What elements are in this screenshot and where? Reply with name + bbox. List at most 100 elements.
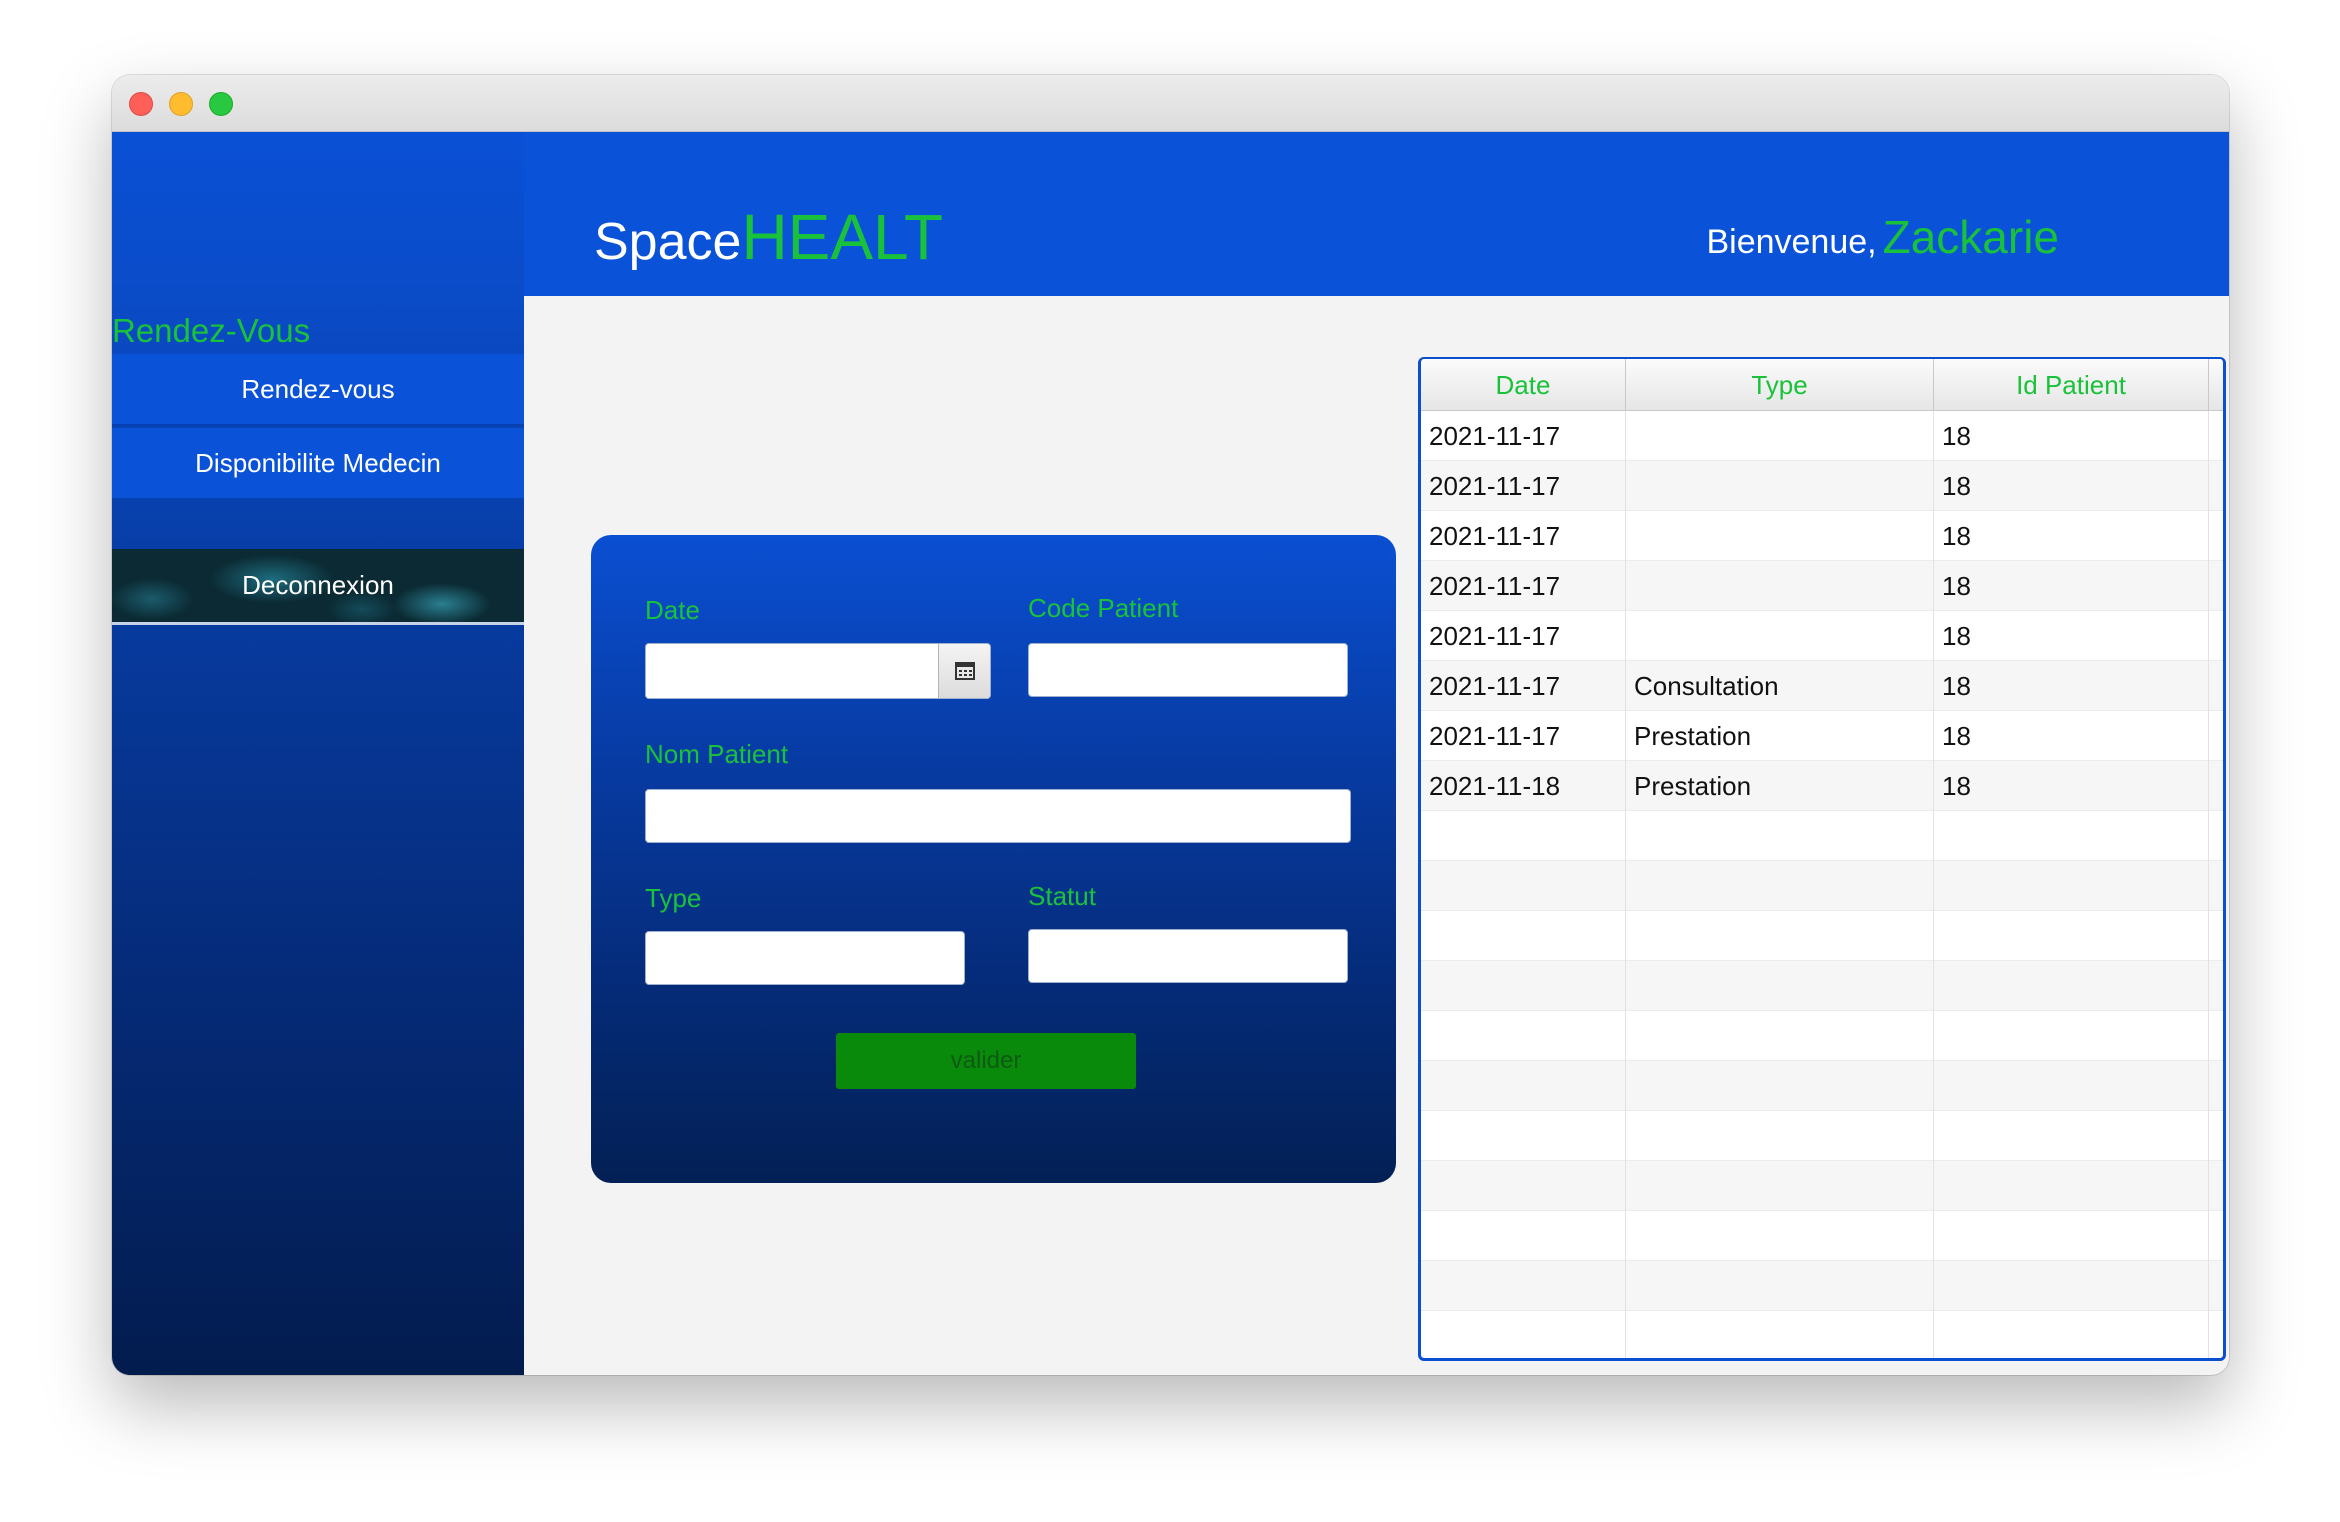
welcome-label: Bienvenue, [1706, 223, 1877, 261]
user-name: Zackarie [1882, 211, 2059, 263]
table-cell: 2021-11-17 [1421, 661, 1626, 711]
table-row[interactable]: 2021-11-17 Prestation 18 [1421, 711, 2223, 761]
table-cell [1934, 1261, 2209, 1311]
table-row[interactable] [1421, 1311, 2223, 1358]
table-row[interactable] [1421, 861, 2223, 911]
table-cell: Prestation [1626, 711, 1934, 761]
table-row[interactable] [1421, 811, 2223, 861]
table-cell [1626, 1061, 1934, 1111]
column-header-type[interactable]: Type [1626, 359, 1934, 411]
brand-logo: Space HEALT [594, 200, 943, 274]
date-label: Date [645, 595, 700, 625]
table-row[interactable] [1421, 1261, 2223, 1311]
column-header-id-patient[interactable]: Id Patient [1934, 359, 2209, 411]
appointments-table: Date Type Id Patient 2021-11-17 18 2021-11… [1418, 357, 2226, 1361]
table-cell [1934, 1111, 2209, 1161]
table-cell [1626, 1011, 1934, 1061]
table-cell: 18 [1934, 761, 2209, 811]
sidebar-item-disponibilite-medecin[interactable]: Disponibilite Medecin [112, 428, 524, 500]
close-window-button[interactable] [129, 92, 153, 116]
table-cell [1934, 1311, 2209, 1358]
app-window: Rendez-Vous Rendez-vous Disponibilite Me… [112, 75, 2229, 1375]
date-field[interactable] [646, 644, 938, 698]
sidebar: Rendez-Vous Rendez-vous Disponibilite Me… [112, 132, 524, 1375]
table-cell [1626, 511, 1934, 561]
calendar-icon [954, 662, 975, 680]
code-patient-label: Code Patient [1028, 593, 1179, 623]
statut-field[interactable] [1028, 929, 1348, 983]
table-cell: 18 [1934, 711, 2209, 761]
table-cell: 2021-11-17 [1421, 511, 1626, 561]
type-label: Type [645, 883, 702, 913]
table-cell [1934, 1011, 2209, 1061]
table-cell [1626, 911, 1934, 961]
table-cell [1934, 811, 2209, 861]
code-patient-field[interactable] [1028, 643, 1348, 697]
table-cell [1626, 961, 1934, 1011]
table-cell [1626, 1311, 1934, 1358]
table-cell [1626, 861, 1934, 911]
table-cell: 2021-11-18 [1421, 761, 1626, 811]
table-cell [1626, 561, 1934, 611]
date-picker [645, 643, 991, 699]
nom-patient-field[interactable] [645, 789, 1351, 843]
header-bar: Space HEALT Bienvenue, Zackarie [524, 132, 2229, 296]
table-cell [1421, 911, 1626, 961]
table-cell: 18 [1934, 511, 2209, 561]
table-row[interactable]: 2021-11-17 18 [1421, 561, 2223, 611]
table-cell [1934, 911, 2209, 961]
table-row[interactable]: 2021-11-17 Consultation 18 [1421, 661, 2223, 711]
table-header: Date Type Id Patient [1421, 359, 2223, 411]
minimize-window-button[interactable] [169, 92, 193, 116]
table-cell: 2021-11-17 [1421, 461, 1626, 511]
table-row[interactable] [1421, 1211, 2223, 1261]
table-cell: 18 [1934, 611, 2209, 661]
brand-space-text: Space [594, 213, 742, 271]
table-row[interactable]: 2021-11-18 Prestation 18 [1421, 761, 2223, 811]
table-cell [1421, 961, 1626, 1011]
table-cell: 18 [1934, 661, 2209, 711]
calendar-button[interactable] [938, 644, 990, 698]
table-cell [1626, 1111, 1934, 1161]
table-row[interactable] [1421, 911, 2223, 961]
table-row[interactable] [1421, 1061, 2223, 1111]
table-cell [1421, 1161, 1626, 1211]
sidebar-section-title: Rendez-Vous [112, 312, 311, 349]
table-row[interactable] [1421, 961, 2223, 1011]
type-field[interactable] [645, 931, 965, 985]
table-cell [1934, 961, 2209, 1011]
table-cell: 18 [1934, 461, 2209, 511]
nom-patient-label: Nom Patient [645, 739, 789, 769]
table-row[interactable] [1421, 1011, 2223, 1061]
table-cell: 2021-11-17 [1421, 611, 1626, 661]
validate-button[interactable]: valider [836, 1033, 1136, 1089]
table-row[interactable] [1421, 1161, 2223, 1211]
table-cell [1421, 1211, 1626, 1261]
table-row[interactable]: 2021-11-17 18 [1421, 611, 2223, 661]
title-bar [112, 75, 2229, 132]
table-cell [1934, 1161, 2209, 1211]
sidebar-item-rendez-vous[interactable]: Rendez-vous [112, 354, 524, 426]
table-row[interactable]: 2021-11-17 18 [1421, 461, 2223, 511]
column-header-date[interactable]: Date [1421, 359, 1626, 411]
maximize-window-button[interactable] [209, 92, 233, 116]
table-cell [1421, 811, 1626, 861]
table-cell [1934, 1211, 2209, 1261]
logout-button[interactable]: Deconnexion [112, 549, 524, 625]
table-row[interactable]: 2021-11-17 18 [1421, 411, 2223, 461]
table-cell [1626, 1261, 1934, 1311]
table-cell: Prestation [1626, 761, 1934, 811]
table-cell: Consultation [1626, 661, 1934, 711]
table-cell [1934, 1061, 2209, 1111]
table-cell [1626, 411, 1934, 461]
table-cell [1421, 1011, 1626, 1061]
table-row[interactable]: 2021-11-17 18 [1421, 511, 2223, 561]
table-cell [1626, 811, 1934, 861]
sidebar-item-label: Disponibilite Medecin [195, 447, 441, 478]
table-row[interactable] [1421, 1111, 2223, 1161]
statut-label: Statut [1028, 881, 1096, 911]
logout-label: Deconnexion [242, 570, 394, 600]
table-cell [1421, 1261, 1626, 1311]
table-cell [1626, 1211, 1934, 1261]
table-cell: 18 [1934, 411, 2209, 461]
